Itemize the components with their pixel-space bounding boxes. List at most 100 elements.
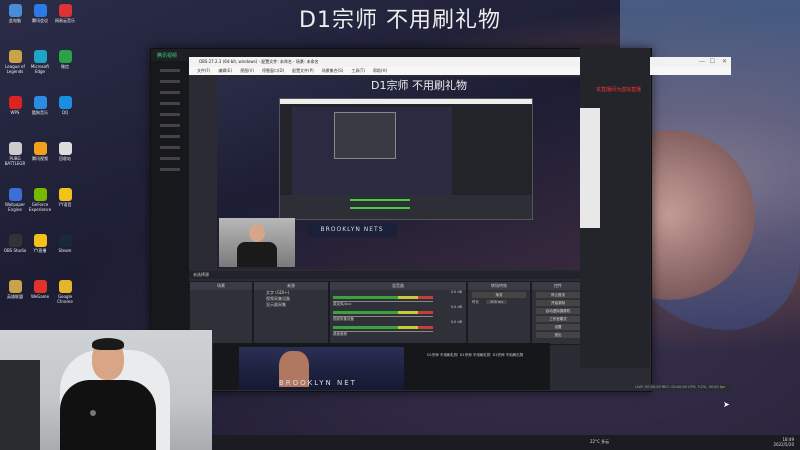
qq-icon[interactable]: QQ <box>52 96 78 115</box>
source-item[interactable]: 显示器采集 <box>254 302 328 308</box>
obs-menu-item[interactable]: 帮助(H) <box>373 68 387 73</box>
volume-meter <box>333 311 433 314</box>
lol-icon[interactable]: League of Legends <box>2 50 28 74</box>
desktop-icon-label: League of Legends <box>5 64 25 74</box>
obs-menu-item[interactable]: 视图(V) <box>240 68 254 73</box>
wegame-icon[interactable]: WeGame <box>27 280 53 299</box>
volume-meter <box>333 326 433 329</box>
thumb-title[interactable]: D1宗师 不用刷礼物 <box>493 353 524 357</box>
transitions-dock-title: 转场特效 <box>468 282 530 290</box>
chrome-icon[interactable]: Google Chrome <box>52 280 78 304</box>
steam-icon[interactable]: Steam <box>52 234 78 253</box>
audio-mixer-dock[interactable]: 混音器 麦克风/Aux 0.0 dB 视频采集设备 0.0 dB 桌面音频 0.… <box>329 281 467 345</box>
geforce-icon-glyph <box>33 188 47 201</box>
wps-icon-glyph <box>8 96 22 109</box>
windows-taskbar[interactable]: 22°C 多云 18:49 2022/5/20 <box>212 435 800 450</box>
volume-slider[interactable] <box>333 331 433 332</box>
hero-icon-glyph <box>8 280 22 293</box>
video-icon[interactable]: 腾讯视频 <box>27 142 53 161</box>
exit-button[interactable]: 退出 <box>536 332 580 338</box>
duration-input[interactable]: 300 ms <box>486 300 508 304</box>
music-icon[interactable]: 网易云音乐 <box>52 4 78 23</box>
preview-webcam <box>219 218 295 267</box>
settings-button[interactable]: 设置 <box>536 324 580 330</box>
webcam-overlay <box>0 330 212 450</box>
thumb-title[interactable]: D1宗师 不用刷礼物 <box>427 353 458 357</box>
tencent-video-logo: 腾讯视频 <box>157 53 178 59</box>
recycle-icon[interactable]: 回收站 <box>52 142 78 161</box>
obs-menu-item[interactable]: 停靠窗口(D) <box>262 68 284 73</box>
close-icon[interactable]: ✕ <box>722 57 727 67</box>
desktop-icon-label: 此电脑 <box>9 18 21 23</box>
yy-live-icon[interactable]: YY直播 <box>27 234 53 253</box>
pubg-icon[interactable]: PUBG BATTLEGR <box>2 142 28 166</box>
minimize-icon[interactable]: — <box>699 57 705 67</box>
desktop-icon-label: 英雄联盟 <box>7 294 23 299</box>
desktop-icon-label: Microsoft Edge <box>30 64 50 74</box>
video-banner: BROOKLYN NET <box>279 379 357 387</box>
transition-type-select[interactable]: 渐变 <box>472 292 526 298</box>
obs-menu-item[interactable]: 场景集合(S) <box>322 68 344 73</box>
desktop-icon-label: PUBG BATTLEGR <box>4 156 26 166</box>
scenes-dock-title: 场景 <box>190 282 252 290</box>
obs-menu-item[interactable]: 编辑(E) <box>218 68 232 73</box>
mixer-channel[interactable]: 麦克风/Aux 0.0 dB <box>330 290 466 306</box>
obs-icon[interactable]: OBS Studio <box>2 234 28 253</box>
desktop-icon-label: Google Chrome <box>57 294 73 304</box>
desktop-icon-label: GeForce Experience <box>28 202 52 212</box>
obs-menu-item[interactable]: 文件(F) <box>197 68 210 73</box>
video-player[interactable]: BROOKLYN NET <box>239 347 404 390</box>
obs-preview[interactable]: D1宗师 不用刷礼物 BROOKLYN NETS <box>217 77 621 269</box>
desktop-icon-label: OBS Studio <box>3 248 27 253</box>
weather-widget[interactable]: 22°C 多云 <box>590 439 609 445</box>
thumb-title[interactable]: D1宗师 不用刷礼物 <box>460 353 491 357</box>
desktop-icon-label: 网易云音乐 <box>55 18 75 23</box>
mixer-channel[interactable]: 视频采集设备 0.0 dB <box>330 305 466 321</box>
obs-window[interactable]: 腾讯视频 OBS 27.2.3 (64-bit, windows) - 配置文件… <box>150 48 731 392</box>
meeting-icon-glyph <box>33 4 47 17</box>
studio-mode-button[interactable]: 工作室模式 <box>536 316 580 322</box>
wallpaper-icon[interactable]: Wallpaper Engine <box>2 188 28 212</box>
controls-dock[interactable]: 控件 停止推流 开始录制 启动虚拟摄像机 工作室模式 设置 退出 <box>531 281 585 345</box>
wechat-icon[interactable]: 微信 <box>52 50 78 69</box>
recommend-list: D1宗师 不用刷礼物 D1宗师 不用刷礼物 D1宗师 不用刷礼物 <box>427 353 523 358</box>
stop-streaming-button[interactable]: 停止推流 <box>536 292 580 298</box>
sources-dock[interactable]: 来源 文字 (GDI+) 视频采集设备 显示器采集 <box>253 281 329 345</box>
transitions-dock[interactable]: 转场特效 渐变 时长 300 ms <box>467 281 531 345</box>
wps-icon[interactable]: WPS <box>2 96 28 115</box>
volume-slider[interactable] <box>333 316 433 317</box>
system-clock[interactable]: 18:49 2022/5/20 <box>773 437 794 447</box>
duration-label: 时长 <box>472 300 479 304</box>
preview-banner: BROOKLYN NETS <box>307 223 397 237</box>
channel-db: 0.0 dB <box>450 290 462 294</box>
volume-slider[interactable] <box>333 301 433 302</box>
desktop-icon-label: YY直播 <box>33 248 47 253</box>
desktop-icon-grid: 此电脑 腾讯会议 网易云音乐 League of Legends Microsoft E… <box>0 0 80 330</box>
desktop-icon-label: QQ <box>61 110 69 115</box>
obs-menu-item[interactable]: 工具(T) <box>351 68 365 73</box>
no-source-label: 未选择源 <box>193 272 209 277</box>
start-recording-button[interactable]: 开始录制 <box>536 300 580 306</box>
qq-icon-glyph <box>58 96 72 109</box>
maximize-icon[interactable]: ☐ <box>710 57 715 67</box>
tencent-video-strip: BROOKLYN NET D1宗师 不用刷礼物 D1宗师 不用刷礼物 D1宗师 … <box>213 343 550 390</box>
hero-icon[interactable]: 英雄联盟 <box>2 280 28 299</box>
computer-icon[interactable]: 此电脑 <box>2 4 28 23</box>
kugou-icon[interactable]: 酷狗音乐 <box>27 96 53 115</box>
kugou-icon-glyph <box>33 96 47 109</box>
controls-dock-title: 控件 <box>532 282 584 290</box>
steam-icon-glyph <box>58 234 72 247</box>
geforce-icon[interactable]: GeForce Experience <box>27 188 53 212</box>
virtual-camera-button[interactable]: 启动虚拟摄像机 <box>536 308 580 314</box>
wegame-icon-glyph <box>33 280 47 293</box>
meeting-icon[interactable]: 腾讯会议 <box>27 4 53 23</box>
obs-menu-item[interactable]: 配置文件(P) <box>292 68 314 73</box>
channel-db: 0.0 dB <box>450 305 462 309</box>
edge-icon[interactable]: Microsoft Edge <box>27 50 53 74</box>
yy-icon[interactable]: YY语音 <box>52 188 78 207</box>
channel-name: 桌面音频 <box>333 332 347 336</box>
sources-dock-title: 来源 <box>254 282 328 290</box>
clock-date: 2022/5/20 <box>773 442 794 447</box>
mixer-channel[interactable]: 桌面音频 0.0 dB <box>330 320 466 336</box>
mixer-dock-title: 混音器 <box>330 282 466 290</box>
